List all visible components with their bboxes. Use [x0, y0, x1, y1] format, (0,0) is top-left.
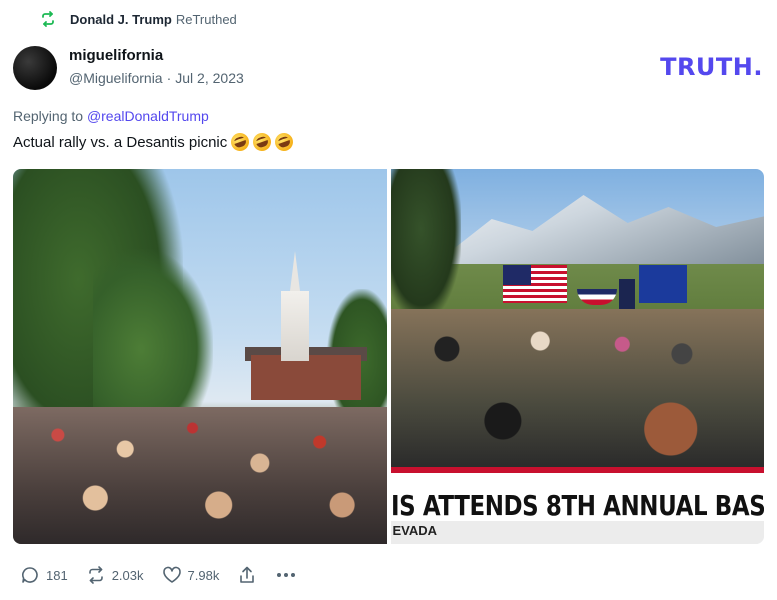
author-handle[interactable]: @Miguelifornia — [69, 70, 163, 86]
church-steeple — [290, 251, 300, 291]
rofl-emoji-3 — [272, 130, 296, 154]
mountains — [430, 195, 764, 267]
chyron-subline: EVADA — [390, 521, 764, 544]
reply-context: Replying to @realDonaldTrump — [13, 108, 209, 124]
us-flag — [502, 265, 567, 303]
reply-icon — [20, 565, 40, 585]
reply-mention-link[interactable]: @realDonaldTrump — [87, 108, 209, 124]
picnic-crowd — [390, 309, 764, 469]
post-text: Actual rally vs. a Desantis picnic — [13, 133, 228, 151]
more-button[interactable] — [275, 565, 297, 585]
avatar[interactable] — [13, 46, 57, 90]
share-button[interactable] — [237, 565, 257, 585]
heart-icon — [162, 565, 182, 585]
chyron-sub-text: EVADA — [392, 523, 438, 538]
rofl-emoji-1 — [228, 130, 252, 154]
author-meta: @Miguelifornia · Jul 2, 2023 — [69, 70, 244, 86]
meta-separator: · — [166, 70, 172, 86]
reply-count: 181 — [46, 567, 68, 583]
post-media[interactable]: IS ATTENDS 8TH ANNUAL BASQUE FR EVADA — [13, 169, 764, 544]
retruth-button[interactable]: 2.03k — [86, 565, 144, 585]
like-count: 7.98k — [187, 567, 220, 583]
rofl-emoji-2 — [250, 130, 274, 154]
reply-button[interactable]: 181 — [20, 565, 68, 585]
share-icon — [237, 565, 257, 585]
retruth-icon — [86, 565, 106, 585]
crowd-photo[interactable] — [13, 169, 387, 544]
post-body: Actual rally vs. a Desantis picnic — [13, 130, 296, 154]
author-display-name[interactable]: miguelifornia — [69, 47, 163, 64]
retruth-icon — [40, 11, 56, 27]
post-date[interactable]: Jul 2, 2023 — [175, 70, 244, 86]
retruth-user[interactable]: Donald J. Trump — [70, 12, 172, 27]
church-tower — [281, 291, 309, 361]
brand-name: TRUTH — [660, 53, 754, 81]
action-bar: 181 2.03k 7.98k — [20, 565, 315, 585]
reply-prefix: Replying to — [13, 108, 84, 124]
like-button[interactable]: 7.98k — [162, 565, 220, 585]
brand-dot: . — [753, 53, 763, 81]
tree — [390, 169, 461, 319]
retruth-label: ReTruthed — [175, 11, 237, 27]
truth-logo: TRUTH. — [660, 53, 763, 81]
blue-banner — [638, 265, 687, 303]
rally-crowd — [13, 407, 387, 544]
church-building — [251, 355, 361, 400]
post-header: miguelifornia @Miguelifornia · Jul 2, 20… — [13, 43, 763, 93]
retruth-banner: Donald J. Trump ReTruthed — [40, 11, 237, 27]
retruth-count: 2.03k — [111, 567, 144, 583]
news-broadcast-photo[interactable]: IS ATTENDS 8TH ANNUAL BASQUE FR EVADA — [390, 169, 765, 544]
more-icon — [275, 565, 297, 585]
podium — [618, 279, 635, 309]
chyron-headline: IS ATTENDS 8TH ANNUAL BASQUE FR — [390, 489, 765, 522]
